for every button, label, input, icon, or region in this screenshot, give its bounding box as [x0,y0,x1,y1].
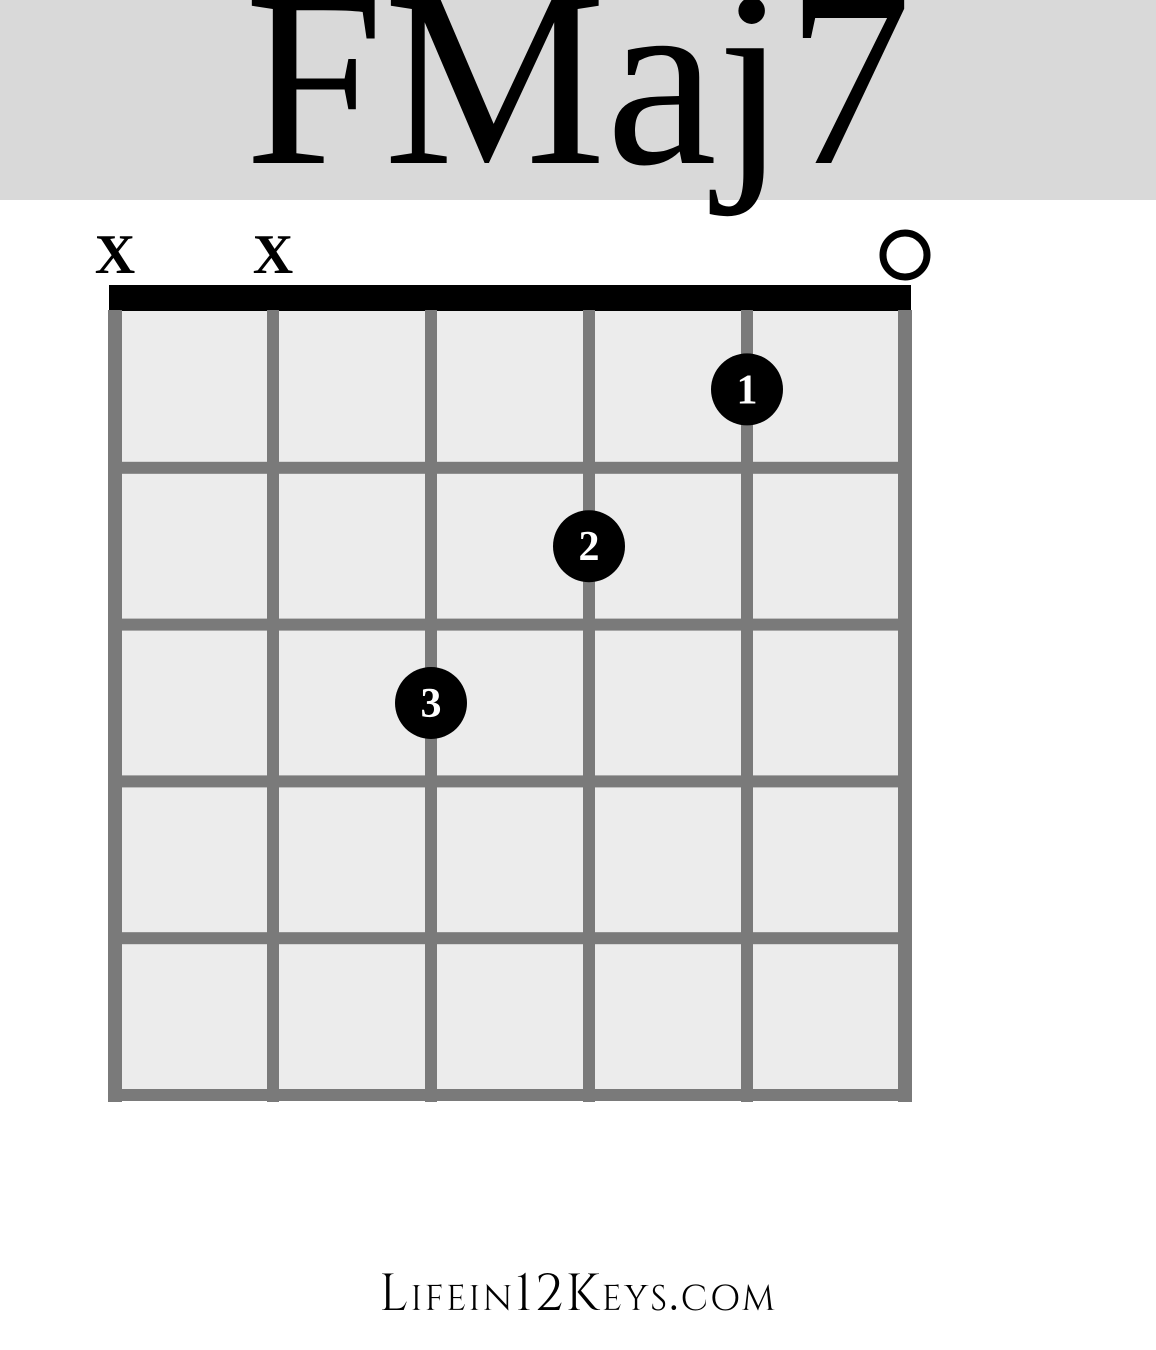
finger-label: 2 [579,524,600,570]
string-line [267,310,279,1102]
footer-attribution: Lifein12Keys.com [0,1260,1156,1330]
string-line [898,310,912,1102]
finger-label: 1 [737,367,758,413]
fret-wire [121,619,899,631]
muted-string-icon: X [95,224,135,286]
string-line [583,310,595,1102]
chord-diagram-container: X X 1 2 3 [0,200,1156,1280]
fret-wire [121,1089,899,1101]
chord-header: FMaj7 [0,0,1156,200]
string-line [108,310,122,1102]
fret-wire [121,775,899,787]
finger-label: 3 [421,681,442,727]
open-string-icon [883,233,927,277]
fretboard-bg [115,310,905,1096]
nut [109,285,911,311]
fret-wire [121,932,899,944]
string-line [741,310,753,1102]
chord-name: FMaj7 [245,0,912,180]
fret-wire [121,462,899,474]
chord-diagram: X X 1 2 3 [0,200,1156,1280]
muted-string-icon: X [253,224,293,286]
